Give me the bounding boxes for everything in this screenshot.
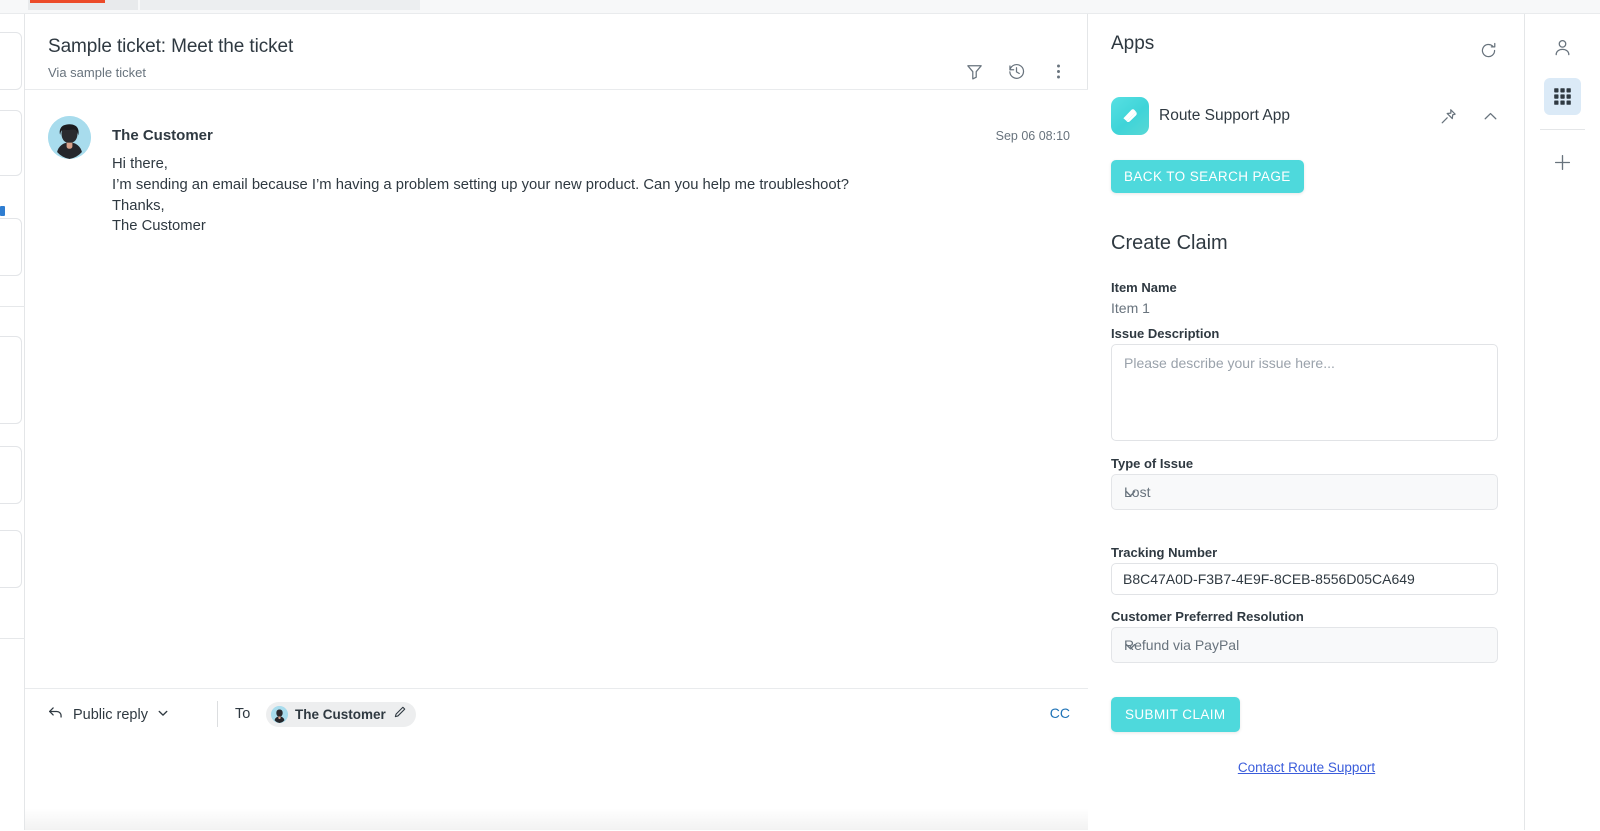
avatar [271,706,288,723]
reply-type-label: Public reply [73,707,148,723]
right-rail [1525,14,1600,830]
ticket-header: Sample ticket: Meet the ticket Via sampl… [25,14,1088,90]
divider [1540,129,1585,130]
message-timestamp: Sep 06 08:10 [995,129,1070,143]
pin-icon[interactable] [1436,104,1460,128]
user-icon[interactable] [1544,29,1581,66]
customer-preferred-resolution-select[interactable]: Refund via PayPal [1111,627,1498,663]
chevron-up-icon[interactable] [1478,104,1502,128]
filter-icon[interactable] [961,58,987,84]
item-name-label: Item Name [1111,280,1177,295]
edit-pencil-icon[interactable] [393,705,407,724]
apps-panel: Apps Route Support App BACK TO SEARCH PA… [1088,14,1525,830]
item-name-value: Item 1 [1111,300,1150,316]
more-icon[interactable] [1045,58,1071,84]
to-label: To [235,706,251,722]
browser-tab-inactive[interactable] [140,0,420,10]
list-item[interactable] [0,32,22,90]
page-title: Sample ticket: Meet the ticket [48,36,294,57]
list-item[interactable] [0,110,22,176]
apps-panel-title: Apps [1111,33,1155,54]
message-body: Hi there, I’m sending an email because I… [112,156,849,235]
chevron-down-icon [1124,487,1486,503]
browser-tab-strip [0,0,1600,14]
divider [0,306,25,307]
chevron-down-icon [1124,640,1486,656]
recipient-chip[interactable]: The Customer [266,702,416,727]
customer-preferred-resolution-label: Customer Preferred Resolution [1111,609,1304,624]
divider [217,701,218,727]
submit-claim-button[interactable]: SUBMIT CLAIM [1111,697,1240,732]
list-item[interactable] [0,218,22,276]
ticket-list-sliver [0,14,25,830]
contact-route-support-link[interactable]: Contact Route Support [1088,760,1524,775]
type-of-issue-select[interactable]: Lost [1111,474,1498,510]
ticket-pane: Sample ticket: Meet the ticket Via sampl… [25,14,1088,831]
back-to-search-page-button[interactable]: BACK TO SEARCH PAGE [1111,160,1304,193]
divider [0,638,25,639]
message-author: The Customer [112,127,213,144]
ticket-channel: Via sample ticket [48,65,147,80]
list-item[interactable] [0,530,22,588]
unread-indicator [0,206,5,216]
list-item[interactable] [0,446,22,504]
route-support-app-icon [1111,97,1149,135]
cc-button[interactable]: CC [1050,705,1070,721]
create-claim-title: Create Claim [1111,232,1228,254]
recipient-name: The Customer [295,707,386,722]
avatar [48,116,91,159]
tracking-number-label: Tracking Number [1111,545,1218,560]
composer-shadow [25,808,1088,830]
history-icon[interactable] [1003,58,1029,84]
plus-icon[interactable] [1544,144,1581,181]
apps-grid-icon[interactable] [1544,78,1581,115]
reply-composer: Public reply To The Customer CC [25,688,1088,831]
tracking-number-input[interactable]: B8C47A0D-F3B7-4E9F-8CEB-8556D05CA649 [1111,563,1498,595]
chevron-down-icon [157,706,169,724]
tab-accent-bar [30,0,105,3]
list-item[interactable] [0,336,22,424]
composer-toolbar: Public reply To The Customer CC [25,689,1088,741]
reply-arrow-icon [47,704,64,726]
issue-description-label: Issue Description [1111,326,1220,341]
app-header-route-support[interactable]: Route Support App [1088,96,1524,150]
type-of-issue-label: Type of Issue [1111,456,1194,471]
conversation-thread: The Customer Sep 06 08:10 Hi there, I’m … [25,90,1088,688]
app-name: Route Support App [1159,107,1290,124]
refresh-icon[interactable] [1476,38,1500,62]
issue-description-input[interactable] [1111,344,1498,441]
reply-type-selector[interactable]: Public reply [47,701,169,729]
